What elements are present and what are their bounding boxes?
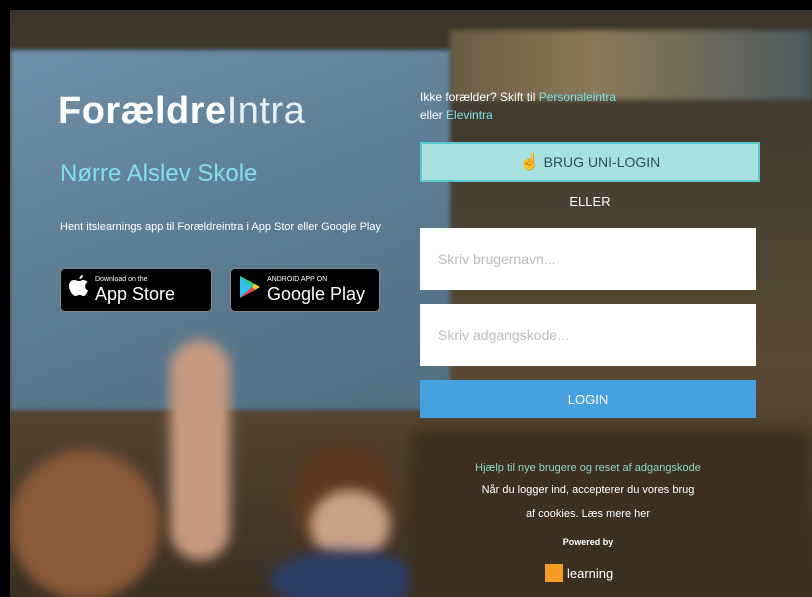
- help-link[interactable]: Hjælp til nye brugere og reset af adgang…: [420, 460, 756, 476]
- apple-icon: [69, 274, 89, 306]
- uni-login-button[interactable]: ☝ BRUG UNI-LOGIN: [420, 142, 760, 182]
- portal-switch-text: Ikke forælder? Skift til Personaleintra …: [420, 88, 760, 124]
- hand-cursor-icon: ☝: [519, 154, 540, 171]
- app-store-badge[interactable]: Download on the App Store: [60, 268, 212, 312]
- google-play-badge[interactable]: ANDROID APP ON Google Play: [230, 268, 380, 312]
- powered-by-label: Powered by: [562, 537, 614, 547]
- google-play-small-text: ANDROID APP ON: [267, 276, 328, 283]
- itslearning-logo-icon: [545, 564, 563, 582]
- background-raised-arm: [170, 340, 230, 560]
- uni-login-label: BRUG UNI-LOGIN: [543, 154, 661, 170]
- switch-prefix: Ikke forælder? Skift til: [420, 90, 536, 104]
- itslearning-brand-text: learning: [567, 565, 614, 581]
- switch-middle: eller: [420, 108, 443, 122]
- username-input[interactable]: [420, 228, 756, 290]
- app-download-hint: Hent itslearnings app til Forældreintra …: [60, 221, 381, 233]
- elevintra-link[interactable]: Elevintra: [446, 108, 493, 122]
- login-label: LOGIN: [567, 391, 609, 407]
- app-store-big-text: App Store: [95, 284, 176, 304]
- google-play-icon: [239, 275, 261, 306]
- or-divider: ELLER: [569, 194, 611, 209]
- app-store-small-text: Download on the: [95, 276, 148, 283]
- app-logo: ForældreIntra: [58, 90, 305, 133]
- itslearning-logo: learning: [545, 564, 613, 582]
- password-input[interactable]: [420, 304, 756, 366]
- logo-light-text: Intra: [226, 90, 306, 132]
- background-child-left: [10, 450, 160, 597]
- login-page: ForældreIntra Nørre Alslev Skole Hent it…: [10, 10, 812, 597]
- personaleintra-link[interactable]: Personaleintra: [539, 90, 616, 104]
- cookie-read-more-link[interactable]: af cookies. Læs mere her: [420, 506, 756, 522]
- login-button[interactable]: LOGIN: [420, 380, 756, 418]
- google-play-big-text: Google Play: [267, 284, 366, 304]
- logo-bold-text: Forældre: [58, 90, 227, 132]
- background-child-shirt: [270, 550, 420, 597]
- cookie-text: Når du logger ind, accepterer du vores b…: [481, 484, 695, 496]
- school-name: Nørre Alslev Skole: [60, 160, 258, 187]
